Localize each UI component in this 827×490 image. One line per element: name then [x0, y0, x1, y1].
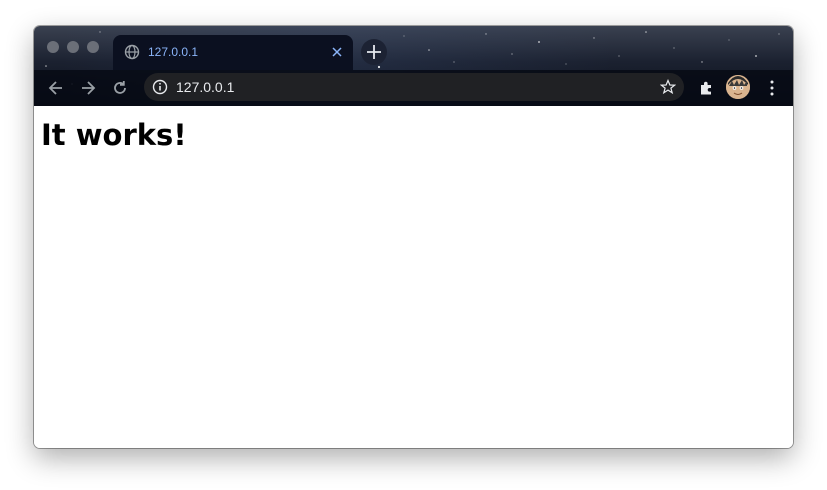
- tab-active[interactable]: 127.0.0.1: [113, 35, 353, 70]
- browser-window: 127.0.0.1 127.0.0.1 It works!: [34, 26, 793, 448]
- tab-strip: 127.0.0.1: [34, 26, 793, 70]
- star-icon[interactable]: [660, 79, 676, 95]
- window-minimize-button[interactable]: [67, 41, 79, 53]
- new-tab-button[interactable]: [361, 39, 387, 65]
- page-heading: It works!: [41, 118, 187, 152]
- profile-avatar[interactable]: [726, 75, 750, 99]
- plus-icon: [367, 45, 381, 59]
- arrow-right-icon[interactable]: [78, 78, 98, 98]
- tab-title: 127.0.0.1: [148, 45, 199, 59]
- page-viewport: It works!: [34, 106, 793, 448]
- reload-icon[interactable]: [110, 78, 130, 98]
- url-text[interactable]: 127.0.0.1: [176, 79, 234, 95]
- browser-chrome: 127.0.0.1 127.0.0.1: [34, 26, 793, 106]
- puzzle-icon[interactable]: [698, 79, 716, 97]
- address-bar[interactable]: 127.0.0.1: [144, 73, 684, 101]
- tab-close-button[interactable]: [329, 44, 345, 60]
- window-zoom-button[interactable]: [87, 41, 99, 53]
- avatar-image: [726, 75, 750, 99]
- kebab-menu-icon[interactable]: [764, 79, 780, 97]
- arrow-left-icon[interactable]: [46, 78, 66, 98]
- close-icon: [332, 47, 342, 57]
- info-icon[interactable]: [152, 79, 168, 95]
- globe-icon: [124, 44, 140, 60]
- window-close-button[interactable]: [47, 41, 59, 53]
- toolbar: 127.0.0.1: [34, 70, 793, 106]
